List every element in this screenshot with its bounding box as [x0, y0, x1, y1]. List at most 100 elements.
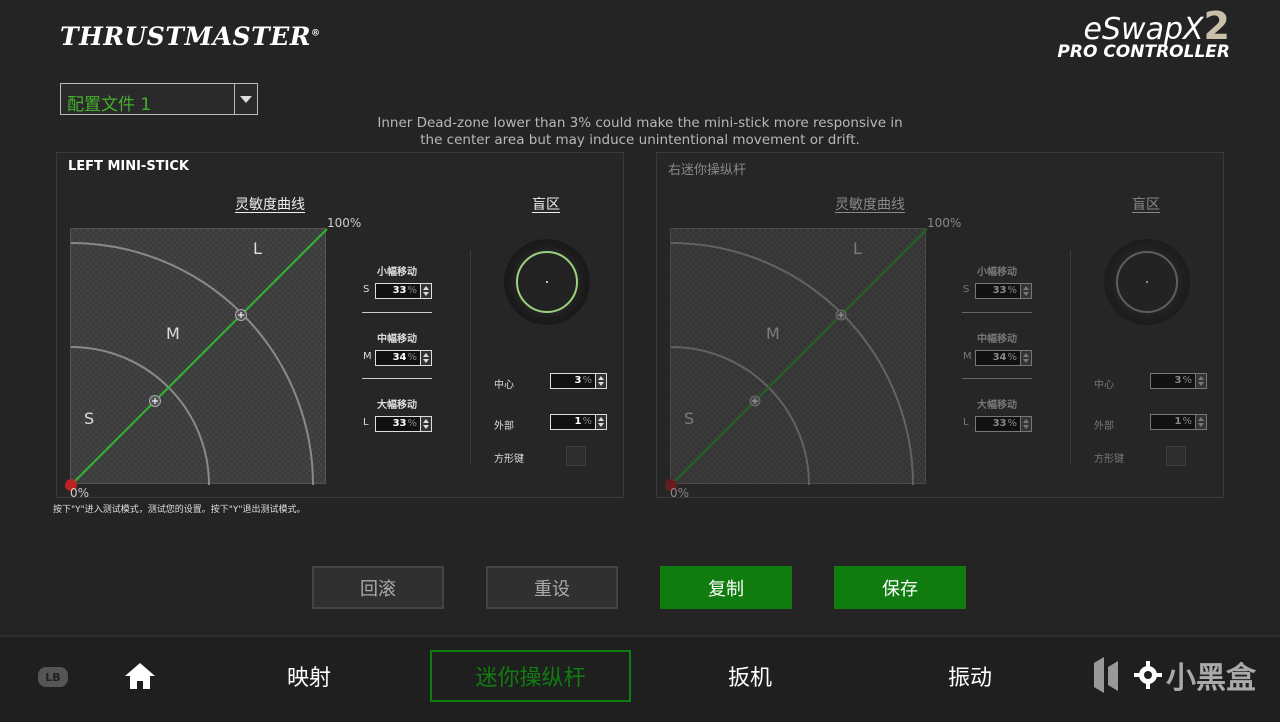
- divider: [362, 312, 432, 313]
- center-value: 3: [574, 375, 582, 386]
- product-subtitle: PRO CONTROLLER: [1057, 42, 1230, 62]
- mid-move-stepper[interactable]: 34%: [975, 350, 1032, 366]
- home-icon[interactable]: [118, 650, 162, 702]
- deadzone-preview: [504, 239, 590, 325]
- stepper-arrows-icon[interactable]: [1021, 416, 1032, 432]
- divider: [962, 378, 1032, 379]
- nav-vibration[interactable]: 振动: [910, 650, 1030, 702]
- zone-l-label: L: [853, 239, 862, 258]
- reset-button[interactable]: 重设: [486, 566, 618, 609]
- mid-move-stepper[interactable]: 34%: [375, 350, 432, 366]
- vertical-divider: [1070, 250, 1071, 465]
- center-value: 3: [1174, 375, 1182, 386]
- profile-value: 配置文件 1: [67, 95, 152, 115]
- stepper-arrows-icon[interactable]: [596, 373, 607, 389]
- save-button[interactable]: 保存: [834, 566, 966, 609]
- large-move-title: 大幅移动: [377, 400, 417, 411]
- nav-mapping[interactable]: 映射: [250, 650, 368, 702]
- small-value: 33: [992, 285, 1007, 296]
- square-checkbox[interactable]: [566, 446, 586, 466]
- zone-l-label: L: [253, 239, 262, 258]
- nav-ministick[interactable]: 迷你操纵杆: [430, 650, 631, 702]
- product-logo: eSwapX2 PRO CONTROLLER: [980, 7, 1230, 68]
- lb-button-icon[interactable]: LB: [38, 667, 68, 687]
- stick-position-dot: [546, 281, 548, 283]
- bottom-nav: LB 映射 迷你操纵杆 扳机 振动 小黑盒: [0, 635, 1280, 722]
- stepper-arrows-icon[interactable]: [421, 283, 432, 299]
- curve-label: 灵敏度曲线: [235, 197, 305, 213]
- outer-value: 1: [574, 416, 582, 427]
- mid-move-title: 中幅移动: [377, 334, 417, 345]
- stepper-arrows-icon[interactable]: [1021, 350, 1032, 366]
- copy-button[interactable]: 复制: [660, 566, 792, 609]
- small-move-group: 小幅移动 S 33%: [957, 263, 1037, 300]
- pct-top-label: 100%: [327, 216, 362, 230]
- curve-point-medium[interactable]: [235, 309, 247, 321]
- mid-value: 34: [392, 352, 407, 363]
- panel-title: LEFT MINI-STICK: [68, 159, 190, 174]
- small-move-group: 小幅移动 S 33%: [357, 263, 437, 300]
- small-move-title: 小幅移动: [377, 267, 417, 278]
- stepper-arrows-icon[interactable]: [596, 414, 607, 430]
- mid-move-group: 中幅移动 M 34%: [957, 330, 1037, 367]
- mid-letter: M: [963, 351, 972, 362]
- curve-line: [70, 228, 328, 486]
- info-line-2: the center area but may induce unintenti…: [420, 132, 860, 148]
- nav-trigger[interactable]: 扳机: [690, 650, 810, 702]
- stepper-arrows-icon[interactable]: [1196, 414, 1207, 430]
- brand-name: THRUSTMASTER: [60, 22, 312, 51]
- rollback-button[interactable]: 回滚: [312, 566, 444, 609]
- large-value: 33: [992, 418, 1007, 429]
- square-checkbox[interactable]: [1166, 446, 1186, 466]
- center-deadzone-stepper[interactable]: 3%: [550, 373, 607, 389]
- pct-bottom-label: 0%: [670, 486, 690, 500]
- chevron-down-icon[interactable]: [234, 84, 257, 114]
- deadzone-preview: [1104, 239, 1190, 325]
- mid-move-title: 中幅移动: [977, 334, 1017, 345]
- deadzone-label: 盲区: [532, 197, 560, 213]
- mid-letter: M: [363, 351, 372, 362]
- large-move-title: 大幅移动: [977, 400, 1017, 411]
- profile-dropdown[interactable]: 配置文件 1: [60, 83, 258, 115]
- sensitivity-curve-graph[interactable]: L M S: [65, 228, 328, 491]
- thrustmaster-logo: THRUSTMASTER®: [60, 22, 321, 51]
- mid-move-group: 中幅移动 M 34%: [357, 330, 437, 367]
- center-deadzone-stepper[interactable]: 3%: [1150, 373, 1207, 389]
- large-move-stepper[interactable]: 33%: [375, 416, 432, 432]
- registered-mark: ®: [311, 28, 321, 39]
- outer-label: 外部: [494, 421, 514, 432]
- stepper-arrows-icon[interactable]: [421, 416, 432, 432]
- large-move-group: 大幅移动 L 33%: [357, 396, 437, 433]
- center-label: 中心: [494, 380, 514, 391]
- stepper-arrows-icon[interactable]: [1021, 283, 1032, 299]
- gear-icon[interactable]: [1134, 661, 1162, 689]
- zone-m-label: M: [166, 324, 180, 343]
- small-move-stepper[interactable]: 33%: [975, 283, 1032, 299]
- mid-value: 34: [992, 352, 1007, 363]
- small-value: 33: [392, 285, 407, 296]
- curve-point-small[interactable]: [149, 395, 161, 407]
- small-letter: S: [363, 284, 370, 295]
- divider: [362, 378, 432, 379]
- outer-deadzone-stepper[interactable]: 1%: [550, 414, 607, 430]
- curve-label: 灵敏度曲线: [835, 197, 905, 213]
- outer-label: 外部: [1094, 421, 1114, 432]
- large-letter: L: [963, 417, 969, 428]
- sensitivity-curve-graph[interactable]: L M S: [665, 228, 928, 491]
- outer-value: 1: [1174, 416, 1182, 427]
- vertical-divider: [470, 250, 471, 465]
- large-move-stepper[interactable]: 33%: [975, 416, 1032, 432]
- large-move-group: 大幅移动 L 33%: [957, 396, 1037, 433]
- watermark-logo-icon: [1094, 657, 1118, 693]
- small-move-stepper[interactable]: 33%: [375, 283, 432, 299]
- info-line-1: Inner Dead-zone lower than 3% could make…: [377, 115, 903, 131]
- zone-s-label: S: [684, 409, 695, 428]
- pct-bottom-label: 0%: [70, 486, 90, 500]
- stepper-arrows-icon[interactable]: [1196, 373, 1207, 389]
- right-stick-panel: 右迷你操纵杆 灵敏度曲线 盲区 100% L M S 0% 小幅移动 S 33%: [656, 152, 1224, 500]
- stepper-arrows-icon[interactable]: [421, 350, 432, 366]
- large-value: 33: [392, 418, 407, 429]
- small-letter: S: [963, 284, 970, 295]
- outer-deadzone-stepper[interactable]: 1%: [1150, 414, 1207, 430]
- panel-title: 右迷你操纵杆: [668, 163, 747, 178]
